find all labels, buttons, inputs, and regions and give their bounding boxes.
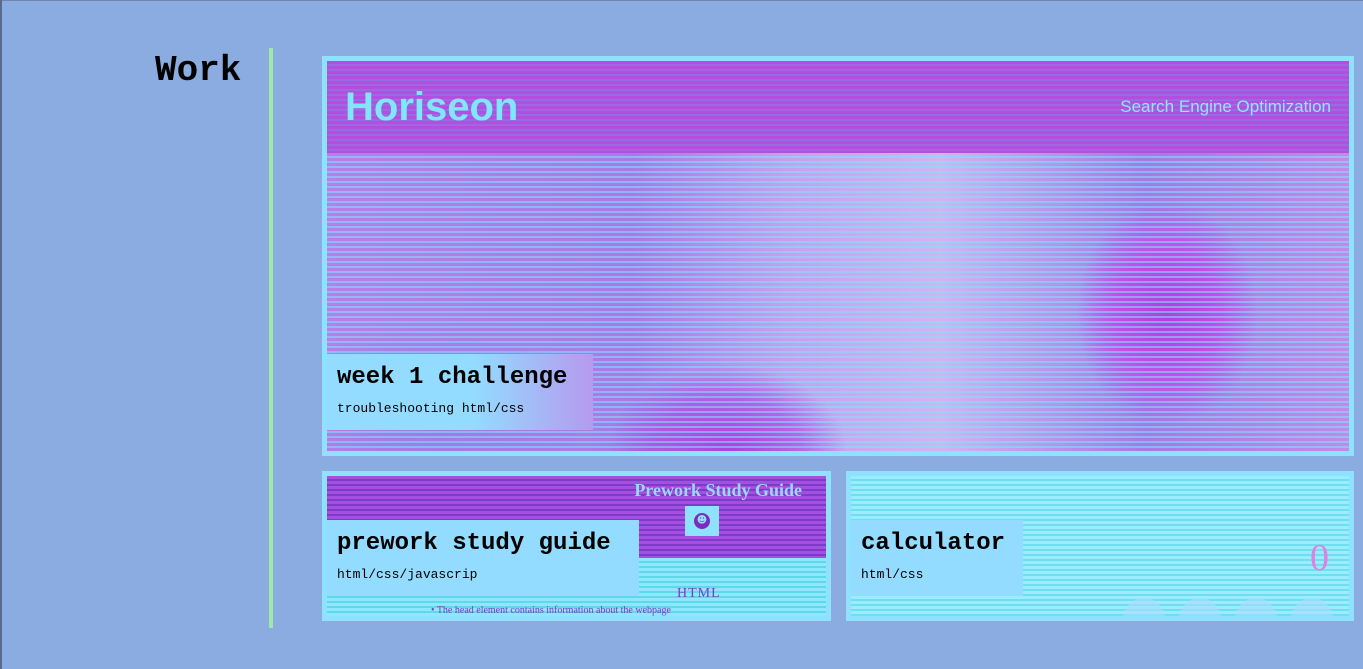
project-caption[interactable]: prework study guide html/css/javascrip [327,520,639,596]
project-title: prework study guide [337,530,611,557]
section-title: Work [155,50,242,91]
preview-section-label: HTML [677,586,721,601]
project-title: week 1 challenge [337,364,568,391]
calculator-key [1123,598,1165,616]
top-edge [0,0,1363,1]
preview-heading: Prework Study Guide [634,480,802,500]
cat-icon: ☻ [694,513,710,529]
preview-logo: Horiseon [345,85,519,129]
preview-bullet: • The head element contains information … [431,605,671,616]
calculator-key [1291,598,1333,616]
calculator-key [1235,598,1277,616]
project-card-prework-study-guide[interactable]: Prework Study Guide ☻ HTML • The head el… [322,471,831,621]
project-subtitle: html/css/javascrip [337,567,478,582]
section-divider [269,48,273,628]
preview-logo-icon: ☻ [685,506,719,536]
left-edge [0,0,2,669]
preview-header: Horiseon Search Engine Optimization [327,61,1349,153]
project-card-calculator[interactable]: 0 calculator html/css [846,471,1354,621]
project-card-week-1-challenge[interactable]: Horiseon Search Engine Optimization week… [322,56,1354,456]
preview-tagline: Search Engine Optimization [1120,97,1331,116]
project-title: calculator [861,530,1006,557]
project-caption[interactable]: calculator html/css [851,520,1023,596]
project-caption[interactable]: week 1 challenge troubleshooting html/cs… [327,354,593,430]
calculator-key [1179,598,1221,616]
project-subtitle: html/css [861,567,924,582]
project-subtitle: troubleshooting html/css [337,401,525,416]
preview-bullet-text: The head element contains information ab… [436,605,671,616]
calculator-display: 0 [1310,537,1329,579]
